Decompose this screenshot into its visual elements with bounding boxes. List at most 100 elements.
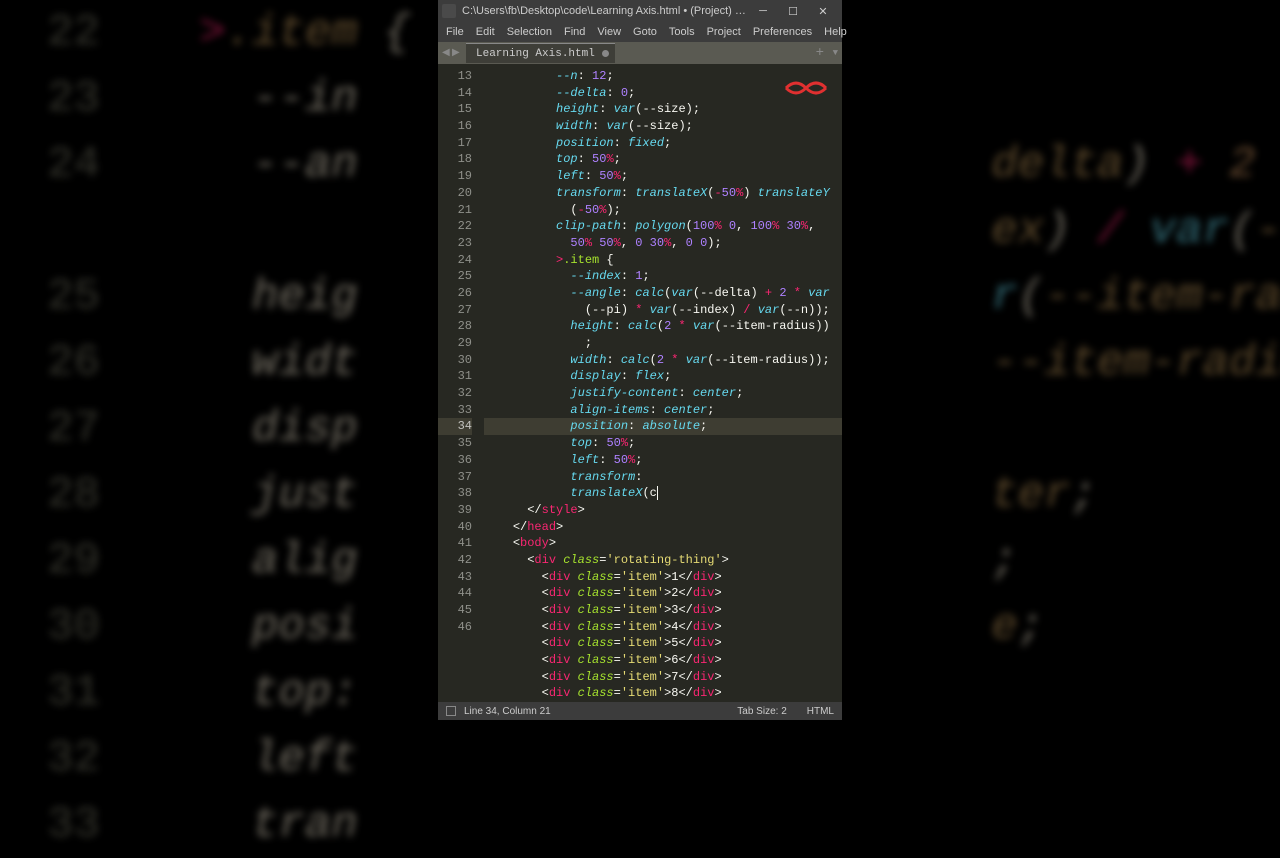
- gutter-line: 31: [438, 368, 472, 385]
- menu-project[interactable]: Project: [701, 24, 747, 40]
- status-checkbox[interactable]: [446, 706, 456, 716]
- menu-help[interactable]: Help: [818, 24, 853, 40]
- gutter-line: 13: [438, 68, 472, 85]
- status-tabsize[interactable]: Tab Size: 2: [737, 706, 786, 717]
- code-line[interactable]: left: 50%;: [484, 452, 842, 469]
- code-line[interactable]: <div class='item'>4</div>: [484, 619, 842, 636]
- statusbar: Line 34, Column 21 Tab Size: 2 HTML: [438, 702, 842, 720]
- editor-area[interactable]: 1314151617181920212223242526272829303132…: [438, 64, 842, 702]
- code-line[interactable]: <div class='item'>2</div>: [484, 585, 842, 602]
- titlebar-text: C:\Users\fb\Desktop\code\Learning Axis.h…: [462, 5, 748, 17]
- gutter-line: 34: [438, 418, 472, 435]
- gutter-line: 21: [438, 202, 472, 219]
- code-line[interactable]: top: 50%;: [484, 435, 842, 452]
- gutter-line: 14: [438, 85, 472, 102]
- dirty-indicator-icon: [602, 50, 609, 57]
- gutter-line: 37: [438, 469, 472, 486]
- code-line[interactable]: <div class='item'>3</div>: [484, 602, 842, 619]
- code-line[interactable]: align-items: center;: [484, 402, 842, 419]
- code-line[interactable]: --angle: calc(var(--delta) + 2 * var: [484, 285, 842, 302]
- gutter-line: 24: [438, 252, 472, 269]
- menu-preferences[interactable]: Preferences: [747, 24, 818, 40]
- gutter-line: 36: [438, 452, 472, 469]
- gutter-line: 42: [438, 552, 472, 569]
- close-button[interactable]: ✕: [808, 1, 838, 21]
- code-line[interactable]: height: calc(2 * var(--item-radius)): [484, 318, 842, 335]
- code-line[interactable]: (-50%);: [484, 202, 842, 219]
- status-position[interactable]: Line 34, Column 21: [464, 706, 551, 717]
- code-line[interactable]: <div class='item'>1</div>: [484, 569, 842, 586]
- gutter-line: 16: [438, 118, 472, 135]
- code-line[interactable]: transform:: [484, 469, 842, 486]
- menu-selection[interactable]: Selection: [501, 24, 558, 40]
- gutter-line: 18: [438, 151, 472, 168]
- gutter-line: 41: [438, 535, 472, 552]
- tab-menu-icon[interactable]: ▼: [833, 48, 838, 58]
- code-line[interactable]: position: fixed;: [484, 135, 842, 152]
- code-line[interactable]: display: flex;: [484, 368, 842, 385]
- titlebar[interactable]: C:\Users\fb\Desktop\code\Learning Axis.h…: [438, 0, 842, 22]
- gutter-line: 45: [438, 602, 472, 619]
- code-line[interactable]: top: 50%;: [484, 151, 842, 168]
- gutter-line: 43: [438, 569, 472, 586]
- code-line[interactable]: <div class='item'>6</div>: [484, 652, 842, 669]
- gutter-line: 32: [438, 385, 472, 402]
- gutter-line: 38: [438, 485, 472, 502]
- gutter-line: 44: [438, 585, 472, 602]
- menu-tools[interactable]: Tools: [663, 24, 701, 40]
- code-line[interactable]: </head>: [484, 519, 842, 536]
- code-line[interactable]: justify-content: center;: [484, 385, 842, 402]
- code-area[interactable]: --n: 12; --delta: 0; height: var(--size)…: [480, 64, 842, 702]
- menu-file[interactable]: File: [440, 24, 470, 40]
- code-line[interactable]: <div class='item'>5</div>: [484, 635, 842, 652]
- app-icon: [442, 4, 456, 18]
- minimize-button[interactable]: ─: [748, 1, 778, 21]
- code-line[interactable]: <body>: [484, 535, 842, 552]
- code-line[interactable]: </style>: [484, 502, 842, 519]
- menu-goto[interactable]: Goto: [627, 24, 663, 40]
- gutter-line: 35: [438, 435, 472, 452]
- code-line[interactable]: ;: [484, 335, 842, 352]
- line-gutter: 1314151617181920212223242526272829303132…: [438, 64, 480, 702]
- gutter-line: 29: [438, 335, 472, 352]
- menubar: FileEditSelectionFindViewGotoToolsProjec…: [438, 22, 842, 42]
- gutter-line: 20: [438, 185, 472, 202]
- gutter-line: 25: [438, 268, 472, 285]
- gutter-line: 40: [438, 519, 472, 536]
- menu-edit[interactable]: Edit: [470, 24, 501, 40]
- tab-file[interactable]: Learning Axis.html: [466, 43, 615, 63]
- menu-view[interactable]: View: [591, 24, 627, 40]
- bg-code-line: 32 left: [20, 726, 1280, 792]
- add-tab-button[interactable]: +: [816, 45, 824, 61]
- tab-label: Learning Axis.html: [476, 48, 595, 60]
- code-line[interactable]: translateX(c: [484, 485, 842, 502]
- gutter-line: 19: [438, 168, 472, 185]
- maximize-button[interactable]: ☐: [778, 1, 808, 21]
- nav-fwd-icon[interactable]: ▶: [452, 47, 462, 59]
- code-line[interactable]: transform: translateX(-50%) translateY: [484, 185, 842, 202]
- code-line[interactable]: <div class='item'>8</div>: [484, 685, 842, 702]
- code-line[interactable]: height: var(--size);: [484, 101, 842, 118]
- nav-back-icon[interactable]: ◀: [442, 47, 452, 59]
- status-language[interactable]: HTML: [807, 706, 834, 717]
- code-line[interactable]: left: 50%;: [484, 168, 842, 185]
- gutter-line: 30: [438, 352, 472, 369]
- code-line[interactable]: (--pi) * var(--index) / var(--n));: [484, 302, 842, 319]
- code-line[interactable]: position: absolute;: [484, 418, 842, 435]
- gutter-line: 39: [438, 502, 472, 519]
- code-line[interactable]: width: calc(2 * var(--item-radius));: [484, 352, 842, 369]
- bg-code-line: 33 tran: [20, 792, 1280, 858]
- menu-find[interactable]: Find: [558, 24, 591, 40]
- editor-window: C:\Users\fb\Desktop\code\Learning Axis.h…: [438, 0, 842, 720]
- gutter-line: 17: [438, 135, 472, 152]
- code-line[interactable]: >.item {: [484, 252, 842, 269]
- gutter-line: 28: [438, 318, 472, 335]
- code-line[interactable]: --index: 1;: [484, 268, 842, 285]
- code-line[interactable]: clip-path: polygon(100% 0, 100% 30%,: [484, 218, 842, 235]
- tabbar: ◀ ▶ Learning Axis.html + ▼: [438, 42, 842, 64]
- code-line[interactable]: <div class='item'>7</div>: [484, 669, 842, 686]
- code-line[interactable]: <div class='rotating-thing'>: [484, 552, 842, 569]
- code-line[interactable]: width: var(--size);: [484, 118, 842, 135]
- code-line[interactable]: 50% 50%, 0 30%, 0 0);: [484, 235, 842, 252]
- gutter-line: 26: [438, 285, 472, 302]
